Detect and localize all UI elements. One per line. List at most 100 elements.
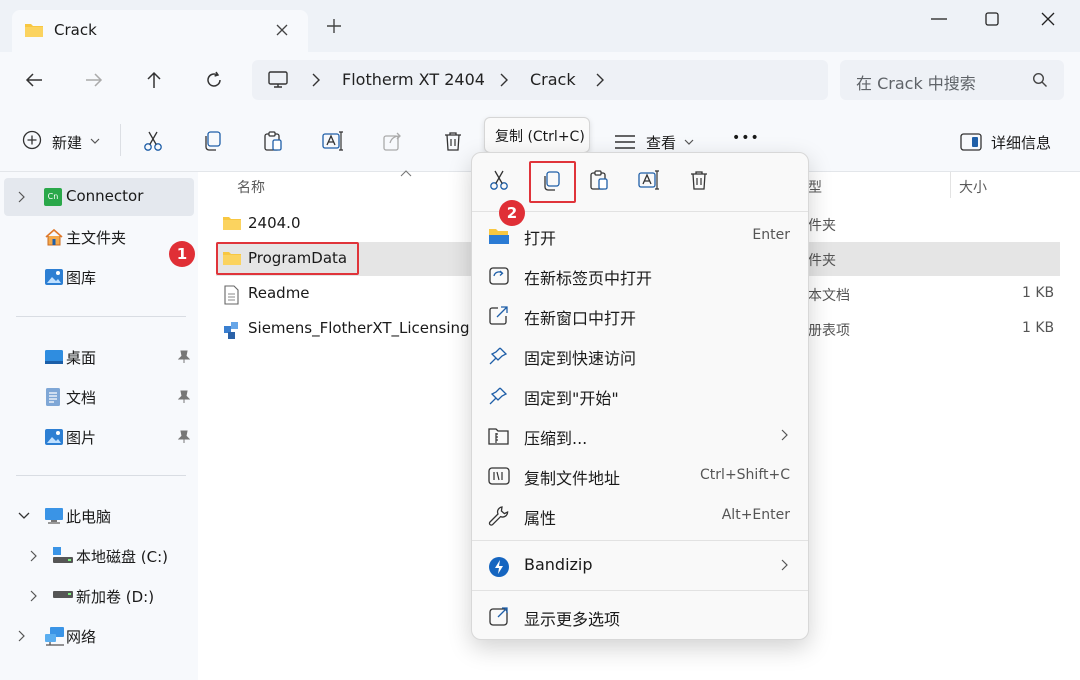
pin-icon[interactable]: [178, 390, 190, 404]
copy-path-icon: [488, 466, 510, 486]
up-arrow-icon[interactable]: [144, 70, 164, 90]
details-button[interactable]: 详细信息: [960, 131, 1060, 153]
drive-d-icon: [52, 590, 74, 600]
menu-item-bandizip[interactable]: Bandizip: [472, 546, 808, 586]
details-pane-icon: [960, 133, 982, 151]
menu-item-pin-start[interactable]: 固定到"开始": [472, 376, 808, 416]
sidebar-divider: [16, 316, 186, 317]
more-button[interactable]: •••: [732, 130, 760, 146]
chevron-right-icon[interactable]: [18, 191, 25, 203]
tab-title: Crack: [54, 21, 97, 39]
sidebar-item-label: 文档: [66, 389, 97, 407]
menu-item-label: 显示更多选项: [524, 610, 621, 629]
plus-circle-icon: [22, 130, 42, 150]
chevron-down-icon: [90, 138, 100, 144]
details-label: 详细信息: [991, 134, 1052, 152]
computer-icon: [268, 71, 288, 89]
toolbar-divider: [120, 124, 121, 156]
sidebar-item-gallery[interactable]: 图库: [4, 258, 194, 296]
chevron-right-icon[interactable]: [30, 550, 37, 562]
delete-icon[interactable]: [688, 169, 710, 191]
chevron-down-icon[interactable]: [18, 512, 30, 519]
sidebar-item-home[interactable]: 主文件夹: [4, 218, 194, 256]
forward-arrow-icon[interactable]: [84, 70, 104, 90]
file-name: 2404.0: [248, 214, 301, 232]
search-icon: [1032, 72, 1048, 88]
sidebar-item-label: 网络: [66, 628, 97, 646]
rename-icon[interactable]: [638, 169, 660, 191]
cut-icon[interactable]: [488, 169, 510, 191]
menu-item-pin-quick-access[interactable]: 固定到快速访问: [472, 336, 808, 376]
sidebar-item-label: 新加卷 (D:): [76, 588, 155, 606]
menu-item-compress[interactable]: 压缩到...: [472, 416, 808, 456]
menu-item-properties[interactable]: 属性 Alt+Enter: [472, 496, 808, 536]
menu-item-copy-path[interactable]: 复制文件地址 Ctrl+Shift+C: [472, 456, 808, 496]
view-button[interactable]: 查看: [614, 131, 698, 153]
chevron-right-icon[interactable]: [30, 590, 37, 602]
paste-icon[interactable]: [588, 169, 610, 191]
sidebar-item-network[interactable]: 网络: [4, 617, 194, 655]
share-icon[interactable]: [382, 130, 404, 152]
sidebar-item-drive-d[interactable]: 新加卷 (D:): [4, 577, 194, 615]
menu-item-open-new-tab[interactable]: 在新标签页中打开: [472, 256, 808, 296]
new-button[interactable]: 新建: [22, 130, 102, 154]
menu-item-shortcut: Enter: [752, 227, 790, 243]
new-tab-icon[interactable]: [326, 18, 342, 34]
tab-close-icon[interactable]: [274, 22, 290, 38]
menu-item-open-new-window[interactable]: 在新窗口中打开: [472, 296, 808, 336]
sidebar-item-pictures[interactable]: 图片: [4, 418, 194, 456]
minimize-icon[interactable]: [930, 17, 948, 21]
menu-item-label: 属性: [524, 509, 557, 528]
menu-item-label: 固定到"开始": [524, 389, 619, 408]
home-icon: [44, 228, 64, 246]
paste-icon[interactable]: [262, 130, 284, 152]
sidebar-item-label: 图片: [66, 429, 97, 447]
registry-file-icon: [222, 320, 240, 340]
chevron-right-icon[interactable]: [18, 630, 25, 642]
sidebar-item-drive-c[interactable]: 本地磁盘 (C:): [4, 537, 194, 575]
breadcrumb-chevron-icon[interactable]: [596, 73, 604, 87]
gallery-icon: [44, 268, 64, 286]
network-icon: [44, 626, 66, 646]
menu-item-label: 固定到快速访问: [524, 349, 637, 368]
copy-icon: [541, 170, 563, 192]
computer-icon: [44, 507, 64, 525]
chevron-down-icon: [684, 139, 694, 145]
column-header-size[interactable]: 大小: [959, 177, 987, 197]
refresh-icon[interactable]: [204, 70, 224, 90]
zip-icon: [488, 426, 510, 446]
pin-icon[interactable]: [178, 430, 190, 444]
file-name: Readme: [248, 284, 310, 302]
sidebar-item-connector[interactable]: Cn Connector: [4, 178, 194, 216]
breadcrumb-chevron-icon[interactable]: [312, 73, 320, 87]
sidebar-item-documents[interactable]: 文档: [4, 378, 194, 416]
delete-icon[interactable]: [442, 130, 464, 152]
menu-item-open[interactable]: 打开 Enter: [472, 216, 808, 256]
window-close-icon[interactable]: [1040, 11, 1056, 27]
search-input[interactable]: 在 Crack 中搜索: [856, 70, 976, 94]
column-header-name[interactable]: 名称: [237, 177, 265, 197]
copy-icon[interactable]: [202, 130, 224, 152]
tab-crack[interactable]: Crack: [12, 10, 308, 52]
new-label: 新建: [52, 134, 83, 152]
menu-item-show-more[interactable]: 显示更多选项: [472, 597, 808, 637]
rename-icon[interactable]: [322, 130, 344, 152]
view-lines-icon: [614, 134, 636, 150]
cut-icon[interactable]: [142, 130, 164, 152]
breadcrumb-chevron-icon[interactable]: [500, 73, 508, 87]
menu-item-label: 在新标签页中打开: [524, 269, 653, 288]
sidebar-item-desktop[interactable]: 桌面: [4, 338, 194, 376]
wrench-icon: [488, 506, 510, 526]
address-bar[interactable]: Flotherm XT 2404 Crack: [252, 60, 828, 100]
breadcrumb-flotherm[interactable]: Flotherm XT 2404: [342, 70, 485, 89]
back-arrow-icon[interactable]: [24, 70, 44, 90]
pin-icon[interactable]: [178, 350, 190, 364]
sidebar-item-this-pc[interactable]: 此电脑: [4, 497, 194, 535]
drive-c-icon: [52, 546, 74, 564]
maximize-icon[interactable]: [984, 11, 1000, 27]
search-box[interactable]: 在 Crack 中搜索: [840, 60, 1064, 100]
file-type: 本文档: [808, 288, 850, 304]
column-header-type[interactable]: 型: [808, 177, 822, 197]
copy-button[interactable]: [529, 161, 576, 203]
breadcrumb-crack[interactable]: Crack: [530, 70, 576, 89]
